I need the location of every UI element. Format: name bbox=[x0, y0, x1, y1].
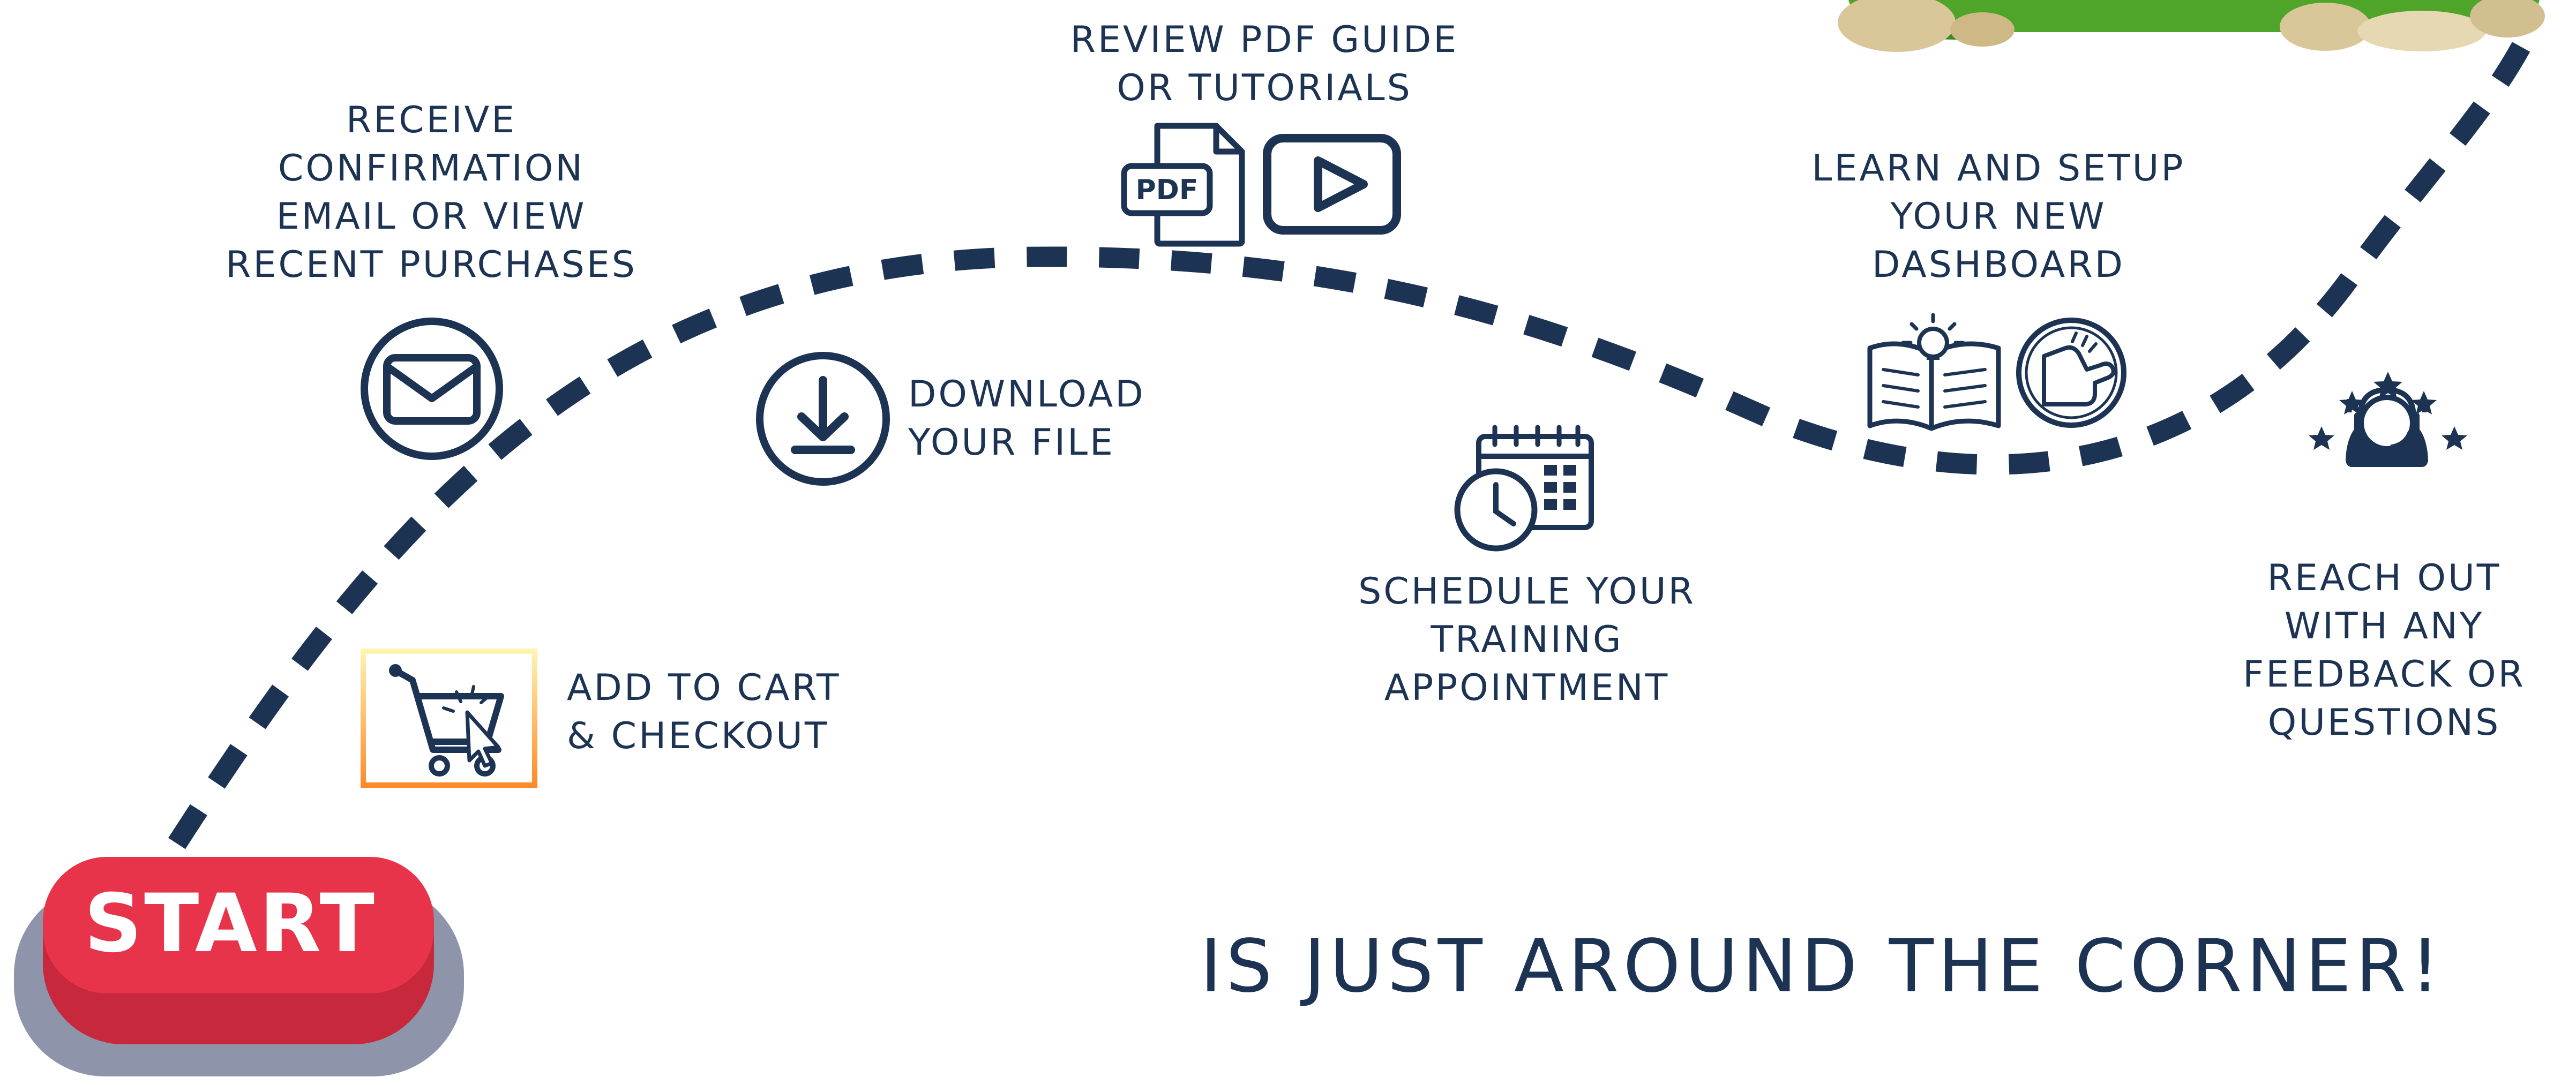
envelope-icon bbox=[361, 318, 503, 460]
step-download-line-1: DOWNLOAD bbox=[908, 373, 1145, 416]
step-reach-out-line-2: WITH ANY bbox=[2284, 605, 2484, 647]
step-reach-out-line-4: QUESTIONS bbox=[2267, 702, 2501, 744]
grass-patch-illustration bbox=[1838, 0, 2545, 52]
pdf-badge-text: PDF bbox=[1136, 174, 1199, 206]
support-agent-stars-icon bbox=[2309, 372, 2467, 467]
step-receive-line-4: RECENT PURCHASES bbox=[226, 244, 637, 286]
step-receive-line-2: CONFIRMATION bbox=[278, 147, 585, 190]
book-lightbulb-icon bbox=[1867, 313, 2001, 431]
step-learn-line-2: YOUR NEW bbox=[1890, 195, 2107, 238]
step-schedule-label: SCHEDULE YOUR TRAINING APPOINTMENT bbox=[1275, 568, 1779, 712]
step-review-line-1: REVIEW PDF GUIDE bbox=[1070, 19, 1459, 61]
step-download-label: DOWNLOAD YOUR FILE bbox=[908, 371, 1145, 467]
step-learn-line-3: DASHBOARD bbox=[1872, 244, 2125, 286]
step-learn-label: LEARN AND SETUP YOUR NEW DASHBOARD bbox=[1747, 145, 2250, 289]
download-icon bbox=[756, 352, 890, 486]
step-reach-out-line-3: FEEDBACK OR bbox=[2243, 653, 2526, 696]
play-button-icon bbox=[1263, 134, 1401, 235]
pointing-hand-icon bbox=[2016, 318, 2126, 428]
step-reach-out-line-1: REACH OUT bbox=[2267, 557, 2502, 599]
step-download-line-2: YOUR FILE bbox=[908, 421, 1115, 464]
start-button[interactable] bbox=[14, 857, 464, 1076]
step-add-to-cart-line-2: & CHECKOUT bbox=[567, 715, 829, 757]
step-schedule-line-3: APPOINTMENT bbox=[1384, 667, 1670, 709]
roadmap-diagram: PDF START ADD TO CART & CHECKOUT RECEIVE… bbox=[0, 0, 2576, 1085]
step-reach-out-label: REACH OUT WITH ANY FEEDBACK OR QUESTIONS bbox=[2197, 554, 2572, 747]
cart-cursor-icon bbox=[361, 649, 537, 788]
step-learn-line-1: LEARN AND SETUP bbox=[1811, 147, 2185, 190]
calendar-clock-icon bbox=[1454, 425, 1594, 552]
step-add-to-cart-line-1: ADD TO CART bbox=[567, 667, 841, 709]
step-receive-label: RECEIVE CONFIRMATION EMAIL OR VIEW RECEN… bbox=[177, 96, 686, 289]
pdf-file-icon: PDF bbox=[1121, 123, 1245, 247]
step-receive-line-3: EMAIL OR VIEW bbox=[276, 195, 587, 238]
step-add-to-cart-label: ADD TO CART & CHECKOUT bbox=[567, 664, 841, 760]
tagline: IS JUST AROUND THE CORNER! bbox=[1200, 924, 2444, 1009]
step-review-line-2: OR TUTORIALS bbox=[1117, 67, 1412, 109]
step-schedule-line-2: TRAINING bbox=[1431, 619, 1623, 661]
step-receive-line-1: RECEIVE bbox=[346, 99, 517, 141]
step-review-label: REVIEW PDF GUIDE OR TUTORIALS bbox=[997, 16, 1532, 112]
step-schedule-line-1: SCHEDULE YOUR bbox=[1358, 570, 1696, 613]
